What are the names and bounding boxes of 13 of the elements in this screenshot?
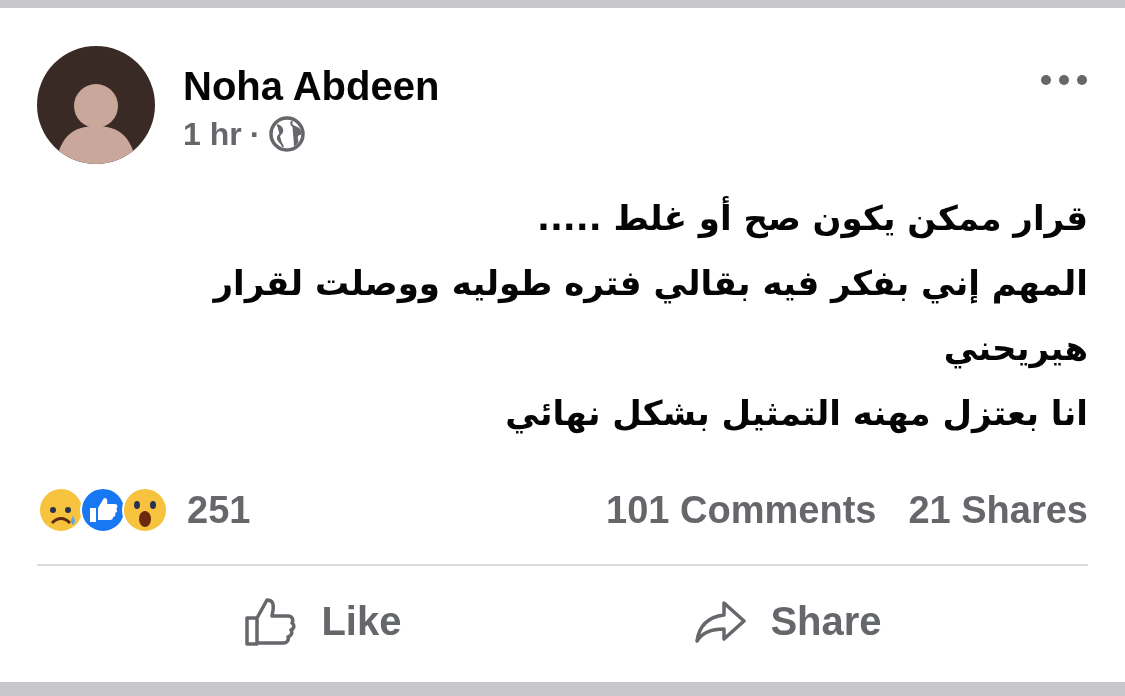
post-text: قرار ممكن يكون صح أو غلط ..... المهم إني بفكر فيه بقالي فتره طوليه ووصلت لقرار هيريحني انا بعتزل مهنه التمثيل بشكل نهائي xyxy=(211,195,1088,436)
separator-dot: · xyxy=(249,115,261,153)
share-arrow-icon xyxy=(694,599,749,643)
author-name[interactable]: Noha Abdeen xyxy=(183,64,1012,109)
globe-icon xyxy=(268,115,307,153)
share-count[interactable]: 21 Shares xyxy=(908,488,1088,532)
more-options-icon[interactable] xyxy=(1040,74,1088,86)
surprised-face-icon xyxy=(121,486,169,534)
like-button[interactable]: Like xyxy=(237,594,408,648)
post-time[interactable]: 1 hr xyxy=(183,115,242,153)
comment-count[interactable]: 101 Comments xyxy=(606,488,877,532)
reaction-count[interactable]: 251 xyxy=(187,488,607,532)
share-button[interactable]: Share xyxy=(688,594,888,648)
